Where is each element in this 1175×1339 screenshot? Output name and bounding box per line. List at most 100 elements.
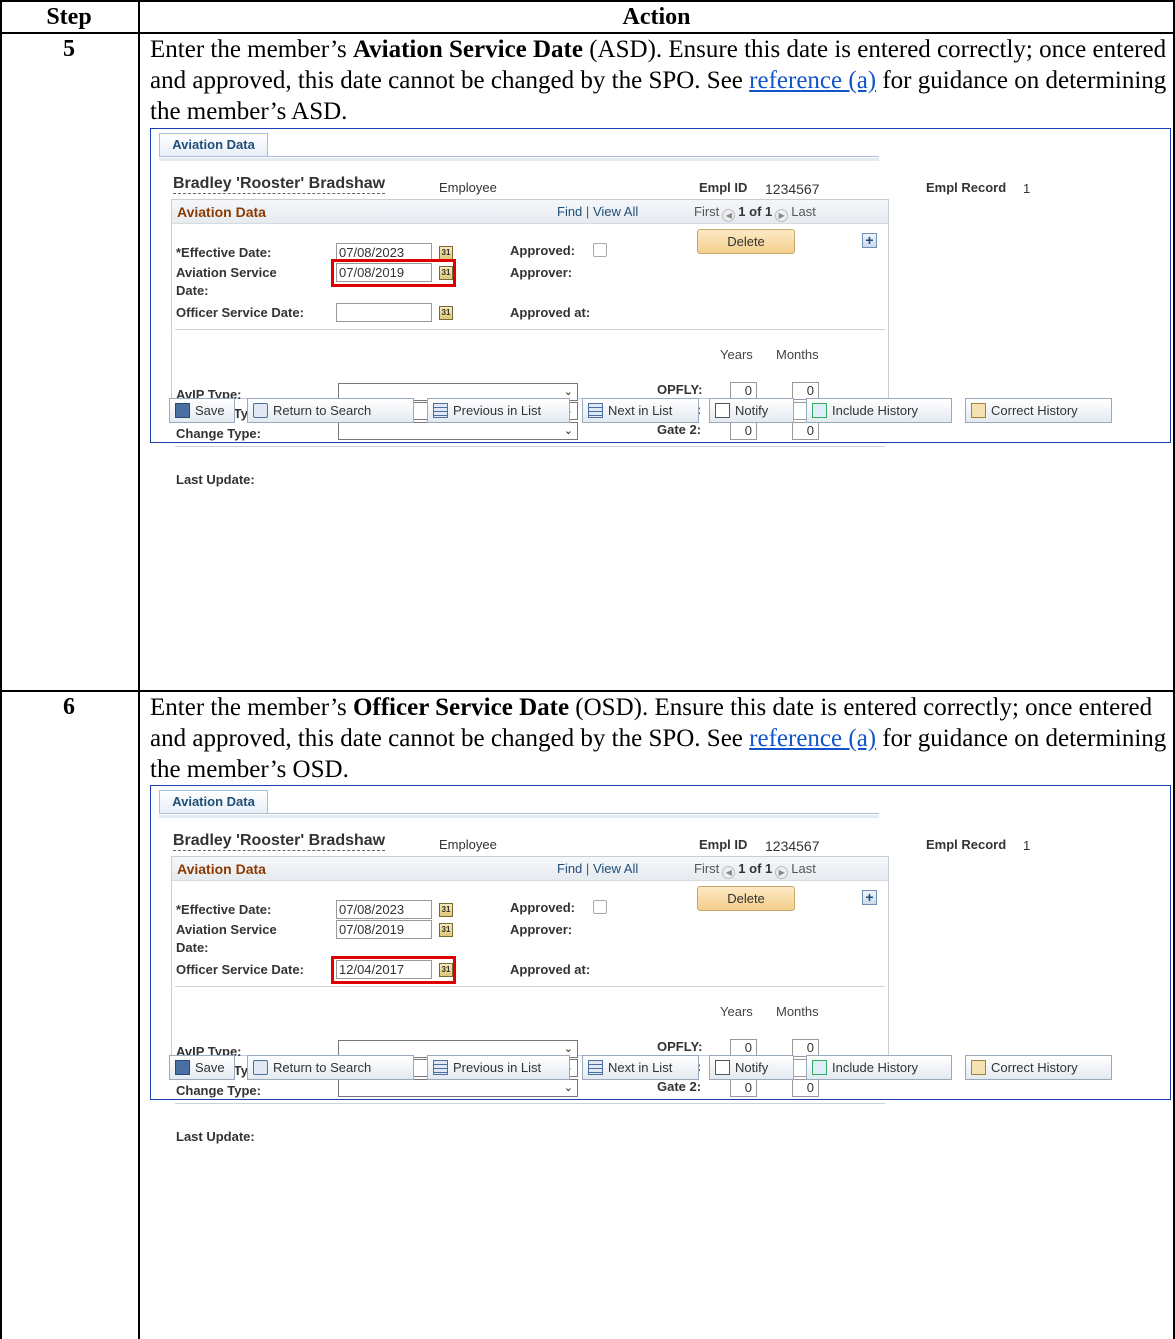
calendar-icon[interactable]: 31: [439, 306, 453, 320]
view-all-link[interactable]: View All: [593, 861, 638, 876]
notify-icon: [715, 1060, 730, 1075]
next-arrow-icon[interactable]: ▶: [775, 866, 789, 879]
last-update-label: Last Update:: [176, 472, 255, 487]
instruction-field-name: Officer Service Date: [352, 694, 570, 721]
include-history-button[interactable]: Include History: [806, 1055, 952, 1080]
prev-arrow-icon[interactable]: ◀: [722, 209, 736, 222]
header-action: Action: [622, 4, 691, 30]
empl-id-label: Empl ID: [699, 837, 748, 852]
years-header: Years: [720, 347, 753, 362]
employee-name[interactable]: Bradley 'Rooster' Bradshaw: [173, 175, 386, 194]
record-count: 1 of 1: [738, 204, 773, 219]
previous-list-icon: [433, 403, 448, 418]
years-header: Years: [720, 1004, 753, 1019]
notify-label: Notify: [735, 403, 769, 418]
return-to-search-button[interactable]: Return to Search: [247, 398, 414, 423]
officer-service-date-input[interactable]: [336, 303, 432, 322]
last-link[interactable]: Last: [791, 861, 816, 876]
delete-button[interactable]: Delete: [697, 229, 795, 254]
last-update-label: Last Update:: [176, 1129, 255, 1144]
notify-icon: [715, 403, 730, 418]
months-header: Months: [776, 347, 819, 362]
return-to-search-icon: [253, 403, 268, 418]
next-arrow-icon[interactable]: ▶: [775, 209, 789, 222]
change-type-label: Change Type:: [176, 426, 261, 441]
tab-shadow: [159, 158, 879, 161]
previous-in-list-button[interactable]: Previous in List: [427, 1055, 570, 1080]
tab-underline: [159, 156, 879, 157]
next-list-icon: [588, 1060, 603, 1075]
aviation-data-group: Aviation Data Find | View All First ◀ 1 of…: [171, 856, 889, 1144]
notify-button[interactable]: Notify: [709, 398, 794, 423]
return-label: Return to Search: [273, 1060, 372, 1075]
first-link[interactable]: First: [694, 204, 719, 219]
table-border-divider: [138, 0, 140, 1339]
save-icon: [175, 403, 190, 418]
next-in-list-button[interactable]: Next in List: [582, 398, 699, 423]
gate2-years-input[interactable]: 0: [730, 1079, 757, 1097]
step-number: 6: [63, 694, 75, 720]
record-count: 1 of 1: [738, 861, 773, 876]
header-step: Step: [46, 4, 92, 30]
table-border-left: [0, 0, 2, 1339]
add-row-icon[interactable]: +: [862, 890, 877, 905]
empl-id-label: Empl ID: [699, 180, 748, 195]
gate2-years-input[interactable]: 0: [730, 422, 757, 440]
find-view-links: Find | View All: [557, 861, 639, 876]
months-header: Months: [776, 1004, 819, 1019]
prev-arrow-icon[interactable]: ◀: [722, 866, 736, 879]
correct-history-button[interactable]: Correct History: [965, 398, 1112, 423]
include-history-label: Include History: [832, 403, 918, 418]
view-all-link[interactable]: View All: [593, 204, 638, 219]
save-button[interactable]: Save: [169, 398, 235, 423]
include-history-button[interactable]: Include History: [806, 398, 952, 423]
aviation-service-date-input[interactable]: 07/08/2019: [336, 920, 432, 939]
employee-name[interactable]: Bradley 'Rooster' Bradshaw: [173, 832, 386, 851]
add-row-icon[interactable]: +: [862, 233, 877, 248]
change-type-select[interactable]: ⌄: [338, 422, 578, 440]
procedure-table: Step Action 5 Enter the member’s Aviatio…: [0, 0, 1175, 1339]
notify-button[interactable]: Notify: [709, 1055, 794, 1080]
group-title: Aviation Data: [177, 861, 266, 877]
gate2-months-input[interactable]: 0: [792, 1079, 819, 1097]
aviation-data-screenshot: Aviation Data Bradley 'Rooster' Bradshaw…: [150, 785, 1171, 1144]
save-button[interactable]: Save: [169, 1055, 235, 1080]
reference-link[interactable]: reference (a): [749, 67, 876, 94]
gate2-months-input[interactable]: 0: [792, 422, 819, 440]
return-to-search-icon: [253, 1060, 268, 1075]
group-header: Aviation Data Find | View All First ◀ 1 of…: [172, 857, 888, 881]
calendar-icon[interactable]: 31: [439, 923, 453, 937]
tab-aviation-data[interactable]: Aviation Data: [159, 133, 268, 157]
empl-record-value: 1: [1023, 838, 1031, 853]
approved-checkbox[interactable]: [593, 243, 607, 257]
officer-service-date-label: Officer Service Date:: [176, 962, 304, 977]
approved-label: Approved:: [510, 900, 575, 915]
approved-at-label: Approved at:: [510, 962, 591, 977]
highlight-box: [331, 259, 456, 287]
tab-aviation-data[interactable]: Aviation Data: [159, 790, 268, 814]
find-link[interactable]: Find: [557, 861, 582, 876]
calendar-icon[interactable]: 31: [439, 246, 453, 260]
previous-in-list-button[interactable]: Previous in List: [427, 398, 570, 423]
change-type-select[interactable]: ⌄: [338, 1079, 578, 1097]
effective-date-input[interactable]: 07/08/2023: [336, 900, 432, 919]
reference-link[interactable]: reference (a): [749, 725, 876, 752]
group-header: Aviation Data Find | View All First ◀ 1 of…: [172, 200, 888, 224]
instruction-text: Enter the member’s: [150, 36, 353, 63]
delete-button[interactable]: Delete: [697, 886, 795, 911]
correct-history-label: Correct History: [991, 1060, 1078, 1075]
step-instruction: Enter the member’s Officer Service Date …: [150, 692, 1170, 785]
section-divider: [175, 1103, 885, 1104]
return-to-search-button[interactable]: Return to Search: [247, 1055, 414, 1080]
previous-label: Previous in List: [453, 403, 542, 418]
empl-id-value: 1234567: [765, 181, 820, 197]
instruction-field-name: Aviation Service Date: [352, 36, 583, 63]
correct-history-button[interactable]: Correct History: [965, 1055, 1112, 1080]
find-link[interactable]: Find: [557, 204, 582, 219]
next-in-list-button[interactable]: Next in List: [582, 1055, 699, 1080]
approved-checkbox[interactable]: [593, 900, 607, 914]
calendar-icon[interactable]: 31: [439, 903, 453, 917]
include-history-label: Include History: [832, 1060, 918, 1075]
last-link[interactable]: Last: [791, 204, 816, 219]
first-link[interactable]: First: [694, 861, 719, 876]
